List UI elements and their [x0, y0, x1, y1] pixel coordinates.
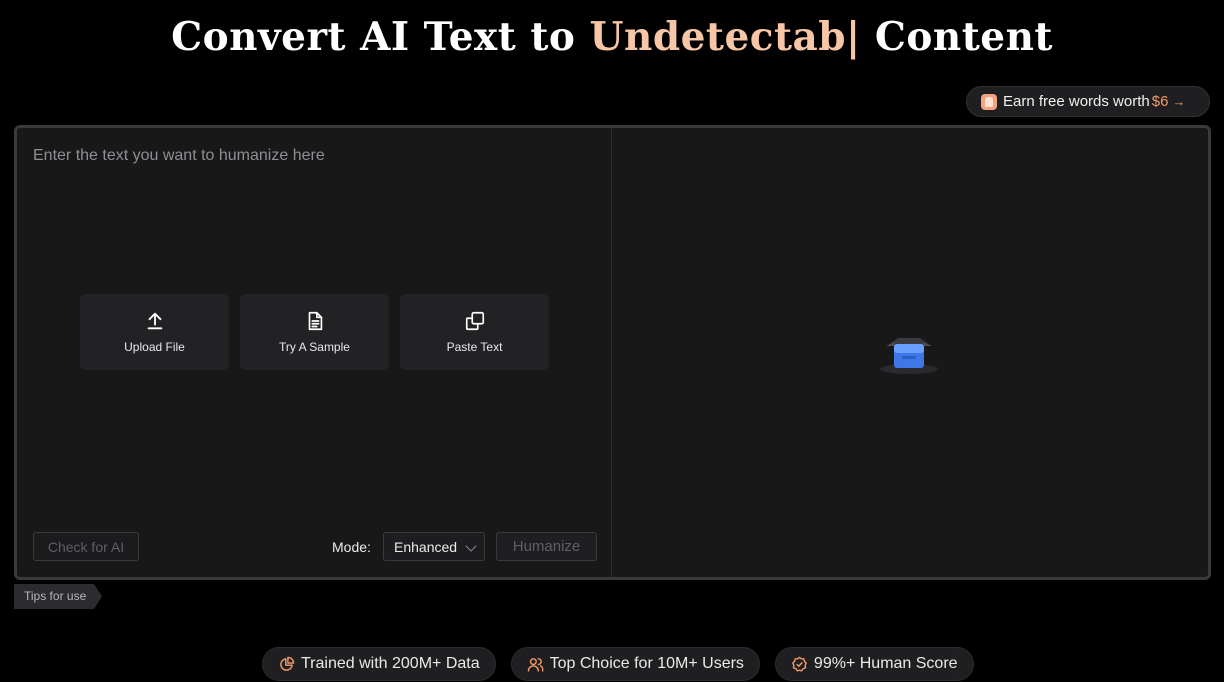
feature-badges: Trained with 200M+ Data Top Choice for 1… [262, 647, 974, 681]
try-sample-button[interactable]: Try A Sample [240, 294, 389, 370]
feature-badge: 99%+ Human Score [774, 647, 974, 681]
try-sample-label: Try A Sample [279, 340, 350, 354]
feature-badge: Trained with 200M+ Data [262, 647, 496, 681]
users-icon [527, 657, 544, 672]
earn-amount: $6 [1151, 93, 1169, 110]
gift-icon [981, 93, 997, 110]
input-pane[interactable]: Enter the text you want to humanize here… [17, 128, 612, 577]
title-suffix: Content [860, 14, 1053, 60]
upload-icon [147, 312, 162, 330]
mode-label: Mode: [332, 539, 371, 555]
feature-label: 99%+ Human Score [813, 655, 958, 672]
pie-chart-icon [280, 656, 295, 671]
earn-free-words-button[interactable]: Earn free words worth $6 → [966, 86, 1210, 117]
paste-text-label: Paste Text [446, 340, 503, 354]
humanizer-editor: Enter the text you want to humanize here… [14, 125, 1211, 580]
output-pane [612, 128, 1208, 577]
title-prefix: Convert AI Text to [171, 14, 590, 60]
feature-badge: Top Choice for 10M+ Users [510, 647, 760, 681]
feature-label: Trained with 200M+ Data [301, 655, 480, 672]
upload-file-label: Upload File [124, 340, 185, 354]
empty-box-illustration [880, 338, 938, 374]
arrow-right-icon: → [1172, 94, 1186, 109]
mode-select[interactable]: Enhanced [383, 532, 485, 561]
check-badge-icon [791, 656, 807, 672]
title-highlight: Undetectab| [589, 14, 861, 60]
mode-value: Enhanced [394, 538, 458, 555]
check-for-ai-button[interactable]: Check for AI [33, 532, 139, 561]
page-title: Convert AI Text to Undetectab| Content [0, 14, 1224, 60]
tips-for-use-tab[interactable]: Tips for use [14, 584, 102, 609]
copy-icon [465, 311, 484, 331]
input-actions: Upload File Try A Sample Paste Text [80, 294, 549, 370]
earn-label: Earn free words worth [1003, 93, 1150, 110]
input-placeholder[interactable]: Enter the text you want to humanize here [33, 147, 325, 165]
feature-label: Top Choice for 10M+ Users [549, 655, 744, 672]
chevron-down-icon [465, 540, 477, 552]
paste-text-button[interactable]: Paste Text [400, 294, 549, 370]
humanize-button[interactable]: Humanize [496, 532, 597, 561]
document-icon [308, 311, 322, 331]
upload-file-button[interactable]: Upload File [80, 294, 229, 370]
